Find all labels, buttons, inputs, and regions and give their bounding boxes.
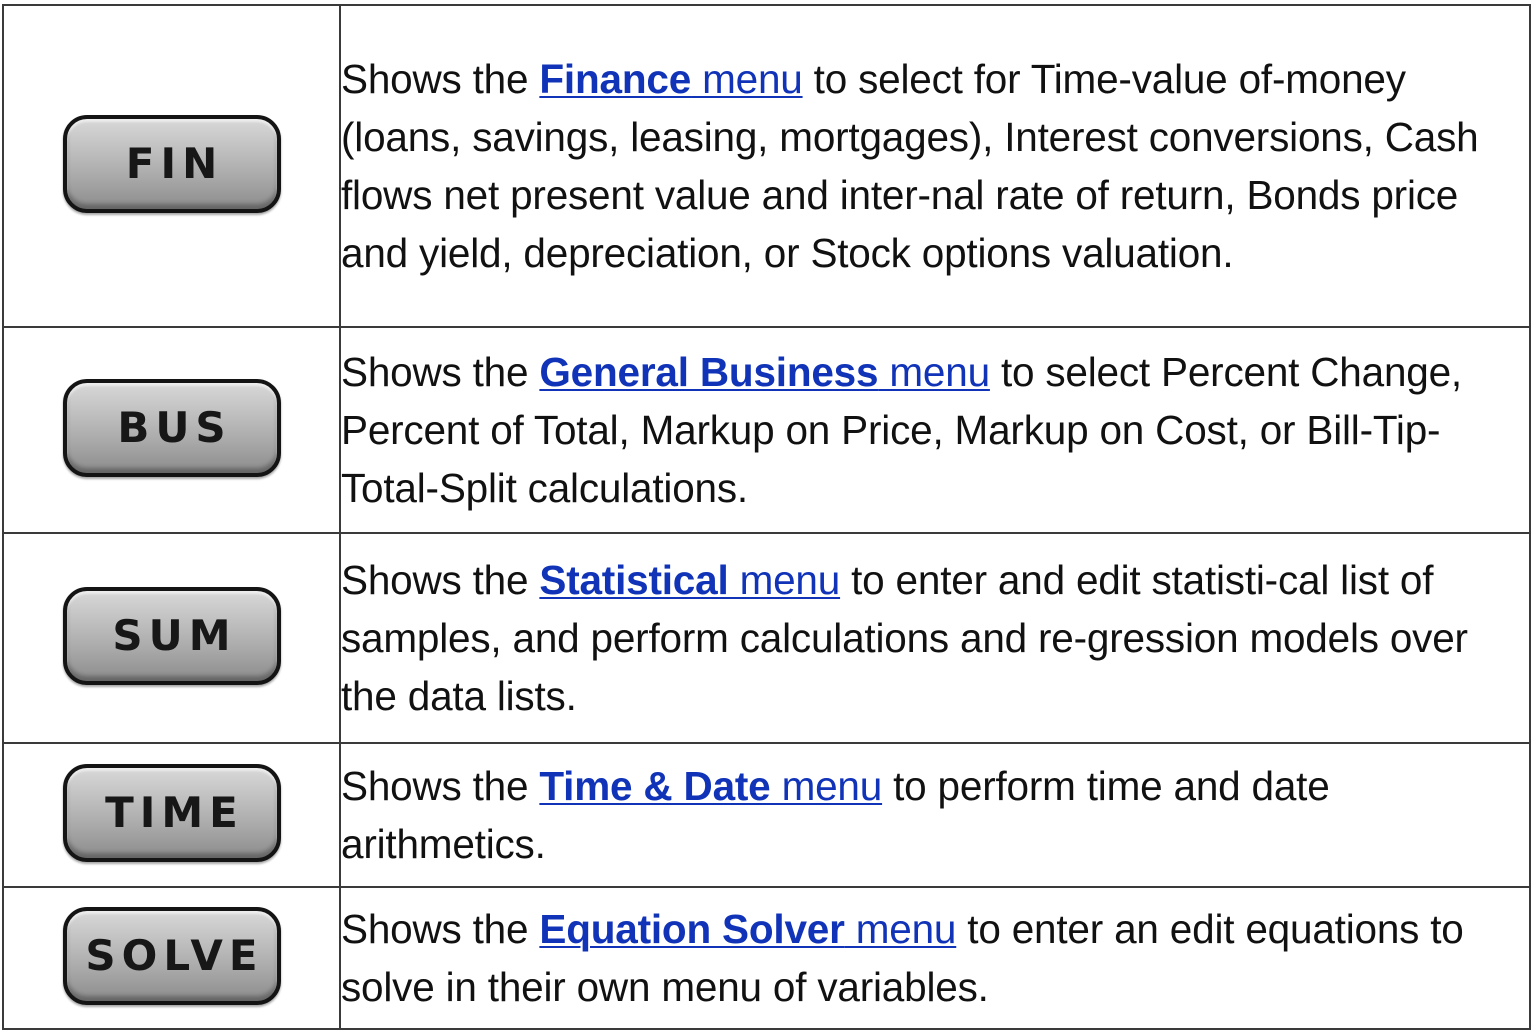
key-cell: BUS bbox=[2, 326, 341, 534]
sum-key-button[interactable]: SUM bbox=[62, 586, 281, 685]
link-title: General Business bbox=[539, 349, 879, 395]
table-row: BUS Shows the General Business menu to s… bbox=[2, 326, 1531, 534]
solve-key-button[interactable]: SOLVE bbox=[62, 906, 281, 1005]
link-title: Statistical bbox=[539, 557, 729, 603]
description-cell: Shows the Finance menu to select for Tim… bbox=[339, 4, 1531, 328]
link-title: Finance bbox=[539, 56, 692, 102]
link-suffix: menu bbox=[844, 906, 957, 952]
link-title: Time & Date bbox=[539, 763, 771, 809]
table-row: SOLVE Shows the Equation Solver menu to … bbox=[2, 886, 1531, 1030]
description-prefix: Shows the bbox=[341, 349, 540, 395]
description-prefix: Shows the bbox=[341, 906, 540, 952]
description-cell: Shows the General Business menu to selec… bbox=[339, 326, 1531, 534]
key-label: FIN bbox=[125, 139, 224, 188]
link-suffix: menu bbox=[878, 349, 990, 395]
equation-solver-menu-link[interactable]: Equation Solver menu bbox=[539, 906, 956, 952]
statistical-menu-link[interactable]: Statistical menu bbox=[539, 557, 840, 603]
table-row: FIN Shows the Finance menu to select for… bbox=[2, 4, 1531, 328]
description-prefix: Shows the bbox=[341, 56, 540, 102]
link-suffix: menu bbox=[691, 56, 803, 102]
key-label: SOLVE bbox=[85, 931, 264, 980]
table-row: TIME Shows the Time & Date menu to perfo… bbox=[2, 742, 1531, 888]
link-suffix: menu bbox=[728, 557, 841, 603]
time-key-button[interactable]: TIME bbox=[62, 763, 281, 862]
table-row: SUM Shows the Statistical menu to enter … bbox=[2, 532, 1531, 744]
description-prefix: Shows the bbox=[341, 557, 540, 603]
bus-key-button[interactable]: BUS bbox=[62, 378, 281, 477]
description-cell: Shows the Statistical menu to enter and … bbox=[339, 532, 1531, 744]
key-label: BUS bbox=[117, 403, 232, 452]
description-cell: Shows the Time & Date menu to perform ti… bbox=[339, 742, 1531, 888]
key-label: TIME bbox=[105, 788, 244, 837]
key-cell: FIN bbox=[2, 4, 341, 328]
key-cell: SUM bbox=[2, 532, 341, 744]
description-prefix: Shows the bbox=[341, 763, 540, 809]
fin-key-button[interactable]: FIN bbox=[62, 114, 281, 213]
description-cell: Shows the Equation Solver menu to enter … bbox=[339, 886, 1531, 1030]
link-title: Equation Solver bbox=[539, 906, 845, 952]
link-suffix: menu bbox=[770, 763, 883, 809]
finance-menu-link[interactable]: Finance menu bbox=[539, 56, 802, 102]
time-date-menu-link[interactable]: Time & Date menu bbox=[539, 763, 882, 809]
key-cell: SOLVE bbox=[2, 886, 341, 1030]
key-label: SUM bbox=[112, 611, 237, 660]
key-cell: TIME bbox=[2, 742, 341, 888]
general-business-menu-link[interactable]: General Business menu bbox=[539, 349, 990, 395]
menu-keys-table: FIN Shows the Finance menu to select for… bbox=[2, 4, 1531, 1030]
